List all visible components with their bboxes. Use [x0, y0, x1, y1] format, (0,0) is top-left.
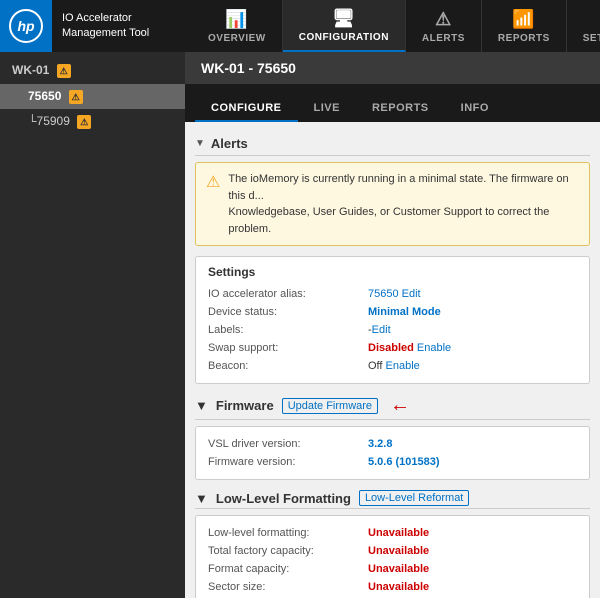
- settings-section: Settings IO accelerator alias: 75650 Edi…: [195, 256, 590, 384]
- total-factory-value: Unavailable: [368, 545, 429, 557]
- device-status-value: Minimal Mode: [368, 306, 441, 318]
- beacon-enable-link[interactable]: Enable: [386, 360, 420, 372]
- vsl-driver-label: VSL driver version:: [208, 438, 368, 450]
- sidebar-item-75909[interactable]: └75909 ⚠: [0, 109, 185, 134]
- nav-configuration[interactable]: 🖥 CONFIGURATION: [283, 0, 406, 52]
- nav-items: 📊 OVERVIEW 🖥 CONFIGURATION ⚠ ALERTS 📶 RE…: [192, 0, 600, 52]
- vsl-driver-value: 3.2.8: [368, 438, 392, 450]
- nav-settings[interactable]: ⚙ SETTINGS: [567, 0, 600, 52]
- overview-icon: 📊: [225, 9, 248, 30]
- labels-edit-link[interactable]: Edit: [372, 324, 391, 336]
- content-body: ▼ Alerts ⚠ The ioMemory is currently run…: [185, 122, 600, 598]
- alias-label: IO accelerator alias:: [208, 288, 368, 300]
- 75909-warning-icon: ⚠: [77, 115, 91, 129]
- settings-row-device-status: Device status: Minimal Mode: [208, 303, 577, 321]
- beacon-label: Beacon:: [208, 360, 368, 372]
- main-layout: WK-01 ⚠ 75650 ⚠ └75909 ⚠ WK-01 - 75650 C…: [0, 52, 600, 598]
- total-factory-row: Total factory capacity: Unavailable: [208, 542, 577, 560]
- low-level-formatting-label: Low-level formatting:: [208, 527, 368, 539]
- top-navigation: hp IO Accelerator Management Tool 📊 OVER…: [0, 0, 600, 52]
- vsl-driver-row: VSL driver version: 3.2.8: [208, 435, 577, 453]
- tab-configure[interactable]: CONFIGURE: [195, 96, 298, 122]
- nav-overview[interactable]: 📊 OVERVIEW: [192, 0, 283, 52]
- nav-reports[interactable]: 📶 REPORTS: [482, 0, 567, 52]
- alerts-triangle-icon: ▼: [195, 138, 205, 149]
- alert-warning-icon: ⚠: [206, 172, 220, 237]
- update-firmware-link[interactable]: Update Firmware: [282, 398, 378, 414]
- low-level-formatting-value: Unavailable: [368, 527, 429, 539]
- alias-edit-link[interactable]: Edit: [402, 288, 421, 300]
- firmware-version-value: 5.0.6 (101583): [368, 456, 440, 468]
- sector-size-row: Sector size: Unavailable: [208, 578, 577, 596]
- beacon-value: Off: [368, 360, 382, 372]
- tab-live[interactable]: LIVE: [298, 96, 356, 122]
- reports-icon: 📶: [512, 9, 535, 30]
- labels-label: Labels:: [208, 324, 368, 336]
- settings-section-title: Settings: [208, 265, 577, 279]
- settings-row-alias: IO accelerator alias: 75650 Edit: [208, 285, 577, 303]
- alerts-icon: ⚠: [435, 9, 452, 30]
- hp-logo: hp: [0, 0, 52, 52]
- sidebar-item-75650[interactable]: 75650 ⚠: [0, 84, 185, 109]
- app-title: IO Accelerator Management Tool: [52, 11, 192, 42]
- content-area: WK-01 - 75650 CONFIGURE LIVE REPORTS INF…: [185, 52, 600, 598]
- device-status-label: Device status:: [208, 306, 368, 318]
- sector-size-label: Sector size:: [208, 581, 368, 593]
- total-factory-label: Total factory capacity:: [208, 545, 368, 557]
- format-capacity-row: Format capacity: Unavailable: [208, 560, 577, 578]
- nav-alerts[interactable]: ⚠ ALERTS: [406, 0, 482, 52]
- sidebar-item-wk01[interactable]: WK-01 ⚠: [0, 57, 185, 84]
- tab-info[interactable]: INFO: [445, 96, 505, 122]
- alias-value: 75650: [368, 288, 399, 300]
- settings-row-swap: Swap support: Disabled Enable: [208, 339, 577, 357]
- 75650-warning-icon: ⚠: [69, 90, 83, 104]
- low-level-triangle-icon: ▼: [195, 491, 208, 506]
- firmware-version-row: Firmware version: 5.0.6 (101583): [208, 453, 577, 471]
- low-level-reformat-link[interactable]: Low-Level Reformat: [359, 490, 469, 506]
- firmware-section: ▼ Firmware Update Firmware ← VSL driver …: [195, 394, 590, 480]
- settings-row-beacon: Beacon: Off Enable: [208, 357, 577, 375]
- low-level-formatting-row: Low-level formatting: Unavailable: [208, 524, 577, 542]
- configuration-icon: 🖥: [332, 8, 355, 29]
- sidebar: WK-01 ⚠ 75650 ⚠ └75909 ⚠: [0, 52, 185, 598]
- tab-reports[interactable]: REPORTS: [356, 96, 445, 122]
- firmware-section-title: ▼ Firmware Update Firmware ←: [195, 394, 590, 420]
- swap-value: Disabled: [368, 342, 414, 354]
- red-arrow-icon: ←: [390, 394, 410, 417]
- alert-text: The ioMemory is currently running in a m…: [228, 171, 579, 237]
- alerts-section: ▼ Alerts ⚠ The ioMemory is currently run…: [195, 132, 590, 246]
- firmware-triangle-icon: ▼: [195, 398, 208, 413]
- low-level-section-title: ▼ Low-Level Formatting Low-Level Reforma…: [195, 490, 590, 509]
- format-capacity-value: Unavailable: [368, 563, 429, 575]
- firmware-version-label: Firmware version:: [208, 456, 368, 468]
- content-header: WK-01 - 75650: [185, 52, 600, 84]
- wk01-warning-icon: ⚠: [57, 64, 71, 78]
- alert-box: ⚠ The ioMemory is currently running in a…: [195, 162, 590, 246]
- content-tabs: CONFIGURE LIVE REPORTS INFO: [185, 84, 600, 122]
- swap-label: Swap support:: [208, 342, 368, 354]
- settings-row-labels: Labels: - Edit: [208, 321, 577, 339]
- sector-size-value: Unavailable: [368, 581, 429, 593]
- hp-logo-circle: hp: [9, 9, 43, 43]
- alerts-section-title: ▼ Alerts: [195, 132, 590, 156]
- swap-enable-link[interactable]: Enable: [417, 342, 451, 354]
- format-capacity-label: Format capacity:: [208, 563, 368, 575]
- low-level-section: ▼ Low-Level Formatting Low-Level Reforma…: [195, 490, 590, 598]
